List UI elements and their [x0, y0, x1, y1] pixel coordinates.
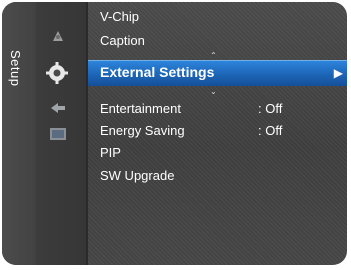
menu-item-pip[interactable]: PIP	[88, 142, 343, 162]
menu-item-external-settings[interactable]: External Settings ▶	[88, 60, 347, 86]
category-icon-column	[36, 2, 86, 265]
scroll-up-indicator: ⌃	[210, 51, 217, 60]
menu-item-caption[interactable]: Caption	[88, 30, 343, 50]
osd-menu-panel: Setup V-Chip Caption ⌃ External Settings…	[2, 2, 347, 265]
menu-item-value: : Off	[258, 100, 283, 116]
submenu-arrow-icon: ▶	[333, 66, 343, 80]
setup-tab-label: Setup	[8, 50, 23, 87]
menu-item-label: PIP	[100, 144, 121, 160]
menu-item-label: V-Chip	[100, 8, 140, 24]
menu-item-label: Entertainment	[100, 100, 181, 116]
scroll-down-indicator: ⌄	[210, 87, 217, 96]
selected-item-label: External Settings	[100, 64, 215, 80]
setup-side-tab[interactable]: Setup	[2, 2, 36, 265]
menu-item-label: SW Upgrade	[100, 167, 175, 183]
submenu-list: V-Chip Caption ⌃ External Settings ▶ ⌄ E…	[88, 2, 347, 265]
picture-icon[interactable]	[48, 26, 68, 46]
menu-item-value: : Off	[258, 122, 283, 138]
menu-item-label: Caption	[100, 32, 145, 48]
menu-item-v-chip[interactable]: V-Chip	[88, 6, 343, 26]
input-icon[interactable]	[48, 98, 68, 118]
menu-item-energy-saving[interactable]: Energy Saving : Off	[88, 120, 343, 140]
menu-item-label: Energy Saving	[100, 122, 185, 138]
menu-item-sw-upgrade[interactable]: SW Upgrade	[88, 165, 343, 185]
application-icon[interactable]	[48, 124, 68, 144]
setup-gear-icon[interactable]	[44, 60, 70, 86]
menu-item-entertainment[interactable]: Entertainment : Off	[88, 98, 343, 118]
